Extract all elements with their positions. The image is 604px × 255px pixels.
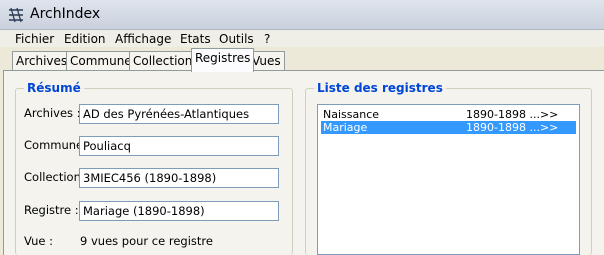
tab-bar: Archives Communes Collections Registres …	[0, 47, 604, 72]
menu-edition[interactable]: Edition	[64, 32, 106, 46]
registre-field[interactable]: Mariage (1890-1898)	[79, 201, 279, 221]
list-item-name: Naissance	[323, 108, 380, 121]
vue-value: 9 vues pour ce registre	[80, 234, 213, 248]
registre-label: Registre :	[24, 203, 79, 217]
menu-outils[interactable]: Outils	[219, 32, 254, 46]
archives-field[interactable]: AD des Pyrénées-Atlantiques	[79, 104, 279, 124]
tab-registres[interactable]: Registres	[191, 48, 255, 72]
commune-field[interactable]: Pouliacq	[79, 136, 279, 156]
collection-field[interactable]: 3MIEC456 (1890-1898)	[79, 168, 279, 188]
list-item-name: Mariage	[323, 121, 368, 134]
menu-etats[interactable]: Etats	[180, 32, 211, 46]
title-bar: ArchIndex	[0, 0, 604, 30]
list-item-years: 1890-1898 ...>>	[466, 121, 559, 134]
list-item-naissance[interactable]: Naissance 1890-1898 ...>>	[321, 108, 576, 121]
collection-label: Collection	[24, 170, 81, 184]
list-item-mariage[interactable]: Mariage 1890-1898 ...>>	[321, 121, 576, 134]
app-icon	[9, 7, 23, 23]
menu-affichage[interactable]: Affichage	[115, 32, 171, 46]
list-item-years: 1890-1898 ...>>	[466, 108, 559, 121]
registres-listbox[interactable]: Naissance 1890-1898 ...>> Mariage 1890-1…	[317, 104, 580, 255]
menu-bar: Fichier Edition Affichage Etats Outils ?	[0, 30, 604, 47]
commune-label: Commune	[24, 138, 84, 152]
menu-help[interactable]: ?	[264, 32, 270, 46]
vue-label: Vue :	[24, 234, 53, 248]
tab-archives[interactable]: Archives	[12, 51, 72, 71]
liste-title: Liste des registres	[314, 81, 446, 95]
archives-label: Archives :	[24, 106, 81, 120]
menu-fichier[interactable]: Fichier	[15, 32, 54, 46]
window-title: ArchIndex	[30, 6, 101, 22]
resume-title: Résumé	[24, 81, 84, 95]
